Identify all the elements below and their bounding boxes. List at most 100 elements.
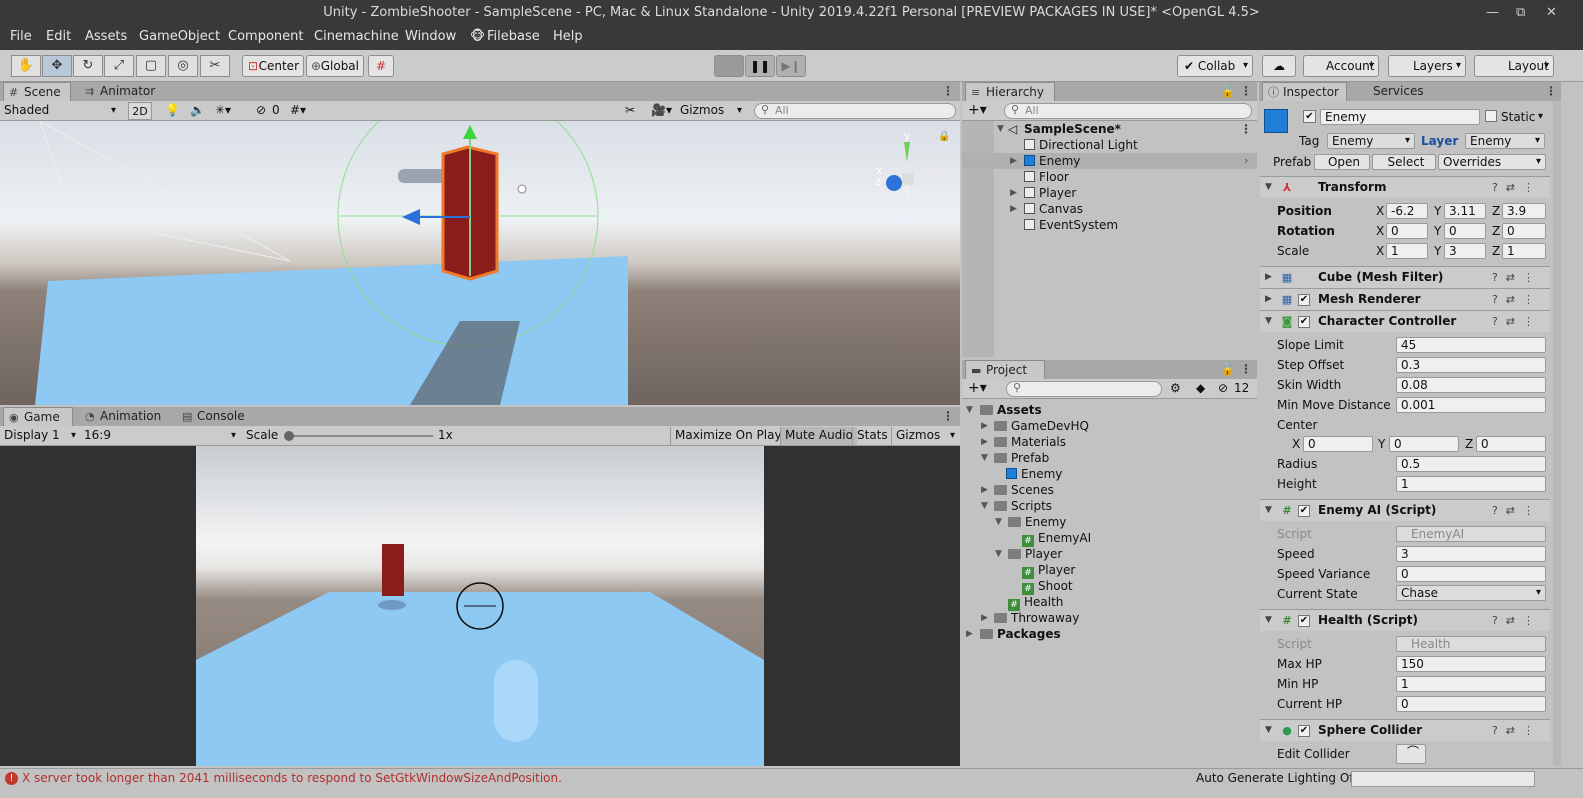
height-field[interactable]: 1 [1396, 476, 1546, 492]
prefab-select-button[interactable]: Select [1372, 154, 1436, 170]
current-hp-field[interactable]: 0 [1396, 696, 1546, 712]
min-move-field[interactable]: 0.001 [1396, 397, 1546, 413]
menu-file[interactable]: File [10, 29, 32, 44]
step-icon[interactable]: ▶❙ [776, 55, 806, 77]
menu-filebase[interactable]: Filebase [487, 29, 540, 44]
hierarchy-item[interactable]: Floor [962, 169, 1257, 185]
inspector-scrollbar[interactable] [1553, 101, 1561, 766]
mesh-renderer-component-header[interactable]: ▶ ▦ ✔ Mesh Renderer ?⇄⋮ [1260, 288, 1550, 310]
maximize-icon[interactable]: ⧉ [1516, 0, 1525, 25]
scale-y-field[interactable]: 3 [1444, 243, 1486, 259]
scene-root-row[interactable]: ▼ ◁ SampleScene* ⋮ [962, 121, 1257, 137]
tag-dropdown[interactable]: Enemy [1327, 133, 1415, 149]
scene-search-input[interactable]: All [754, 103, 956, 119]
mesh-filter-component-header[interactable]: ▶ ▦ Cube (Mesh Filter) ?⇄⋮ [1260, 266, 1550, 288]
pause-icon[interactable]: ❚❚ [745, 55, 775, 77]
folder-item[interactable]: ▼ Enemy [962, 514, 1257, 530]
scene-tools-icon[interactable]: ✂ [625, 102, 635, 120]
label-icon[interactable]: ◆ [1196, 380, 1205, 398]
folder-packages[interactable]: ▶ Packages [962, 626, 1257, 642]
y-label[interactable]: Y [1378, 435, 1385, 453]
menu-dots-icon[interactable]: ⋮ [1240, 362, 1252, 376]
edit-collider-icon[interactable]: ⌒ [1396, 744, 1426, 764]
tab-hierarchy[interactable]: ≡ Hierarchy [965, 82, 1055, 102]
y-label[interactable]: Y [1434, 242, 1441, 260]
menu-help[interactable]: Help [553, 29, 583, 44]
script-item[interactable]: # Player [962, 562, 1257, 579]
transform-component-header[interactable]: ▼ ⅄ Transform ?⇄⋮ [1260, 176, 1550, 198]
component-tools-icon[interactable]: ?⇄⋮ [1492, 311, 1542, 332]
component-enabled-checkbox[interactable]: ✔ [1298, 725, 1310, 737]
component-tools-icon[interactable]: ?⇄⋮ [1492, 610, 1542, 631]
tab-console[interactable]: ▤ Console [177, 407, 257, 427]
close-icon[interactable]: ✕ [1546, 0, 1557, 25]
pivot-global-button[interactable]: ⊕ Global [306, 55, 364, 77]
game-gizmos-dropdown[interactable]: Gizmos [891, 427, 959, 445]
menu-window[interactable]: Window [405, 29, 456, 44]
cloud-icon[interactable]: ☁ [1262, 55, 1296, 77]
menu-dots-icon[interactable]: ⋮ [942, 409, 954, 423]
minimize-icon[interactable]: — [1486, 0, 1499, 25]
component-tools-icon[interactable]: ?⇄⋮ [1492, 720, 1542, 741]
rotation-y-field[interactable]: 0 [1444, 223, 1486, 239]
hierarchy-item[interactable]: ▶ Player [962, 185, 1257, 201]
folder-item[interactable]: ▶ Scenes [962, 482, 1257, 498]
position-y-field[interactable]: 3.11 [1444, 203, 1486, 219]
component-enabled-checkbox[interactable]: ✔ [1298, 294, 1310, 306]
layout-dropdown[interactable]: Layout [1474, 55, 1554, 77]
scene-gizmo[interactable]: y x z [870, 129, 945, 209]
center-x-field[interactable]: 0 [1303, 436, 1373, 452]
scale-tool-icon[interactable]: ⤢ [104, 55, 134, 77]
script-item[interactable]: # Health [962, 594, 1257, 611]
center-y-field[interactable]: 0 [1389, 436, 1459, 452]
tab-inspector[interactable]: ⓘ Inspector [1262, 82, 1347, 102]
menu-dots-icon[interactable]: ⋮ [1240, 121, 1252, 137]
collab-dropdown[interactable]: ✔ Collab [1177, 55, 1253, 77]
static-checkbox[interactable] [1485, 110, 1497, 122]
folder-item[interactable]: ▶ Throwaway [962, 610, 1257, 626]
move-tool-icon[interactable]: ✥ [42, 55, 72, 77]
rotation-z-field[interactable]: 0 [1502, 223, 1546, 239]
object-name-field[interactable]: Enemy [1320, 109, 1480, 125]
tab-scene[interactable]: # Scene [3, 82, 71, 102]
hierarchy-item[interactable]: Directional Light [962, 137, 1257, 153]
radius-field[interactable]: 0.5 [1396, 456, 1546, 472]
scene-viewport[interactable]: y x z Persp 🔒 [0, 121, 960, 405]
enemy-ai-component-header[interactable]: ▼ # ✔ Enemy AI (Script) ?⇄⋮ [1260, 499, 1550, 521]
component-tools-icon[interactable]: ?⇄⋮ [1492, 267, 1542, 288]
prefab-overrides-dropdown[interactable]: Overrides [1438, 154, 1546, 170]
step-offset-field[interactable]: 0.3 [1396, 357, 1546, 373]
menu-dots-icon[interactable]: ⋮ [942, 84, 954, 98]
menu-edit[interactable]: Edit [46, 29, 71, 44]
static-dropdown[interactable]: Static [1501, 108, 1547, 126]
hierarchy-item-selected[interactable]: ▶ Enemy › [962, 153, 1257, 169]
x-label[interactable]: X [1376, 202, 1384, 220]
component-tools-icon[interactable]: ?⇄⋮ [1492, 177, 1542, 198]
folder-item[interactable]: ▶ Materials [962, 434, 1257, 450]
rect-tool-icon[interactable]: ▢ [136, 55, 166, 77]
folder-assets[interactable]: ▼ Assets [962, 402, 1257, 418]
character-controller-component-header[interactable]: ▼ ◙ ✔ Character Controller ?⇄⋮ [1260, 310, 1550, 332]
filter-type-icon[interactable]: ⚙ [1170, 380, 1181, 398]
folder-item[interactable]: ▶ GameDevHQ [962, 418, 1257, 434]
layers-dropdown[interactable]: Layers [1388, 55, 1466, 77]
grid-toggle-icon[interactable]: #▾ [290, 102, 306, 120]
y-label[interactable]: Y [1434, 202, 1441, 220]
tab-services[interactable]: Services [1349, 82, 1429, 102]
rotate-tool-icon[interactable]: ↻ [73, 55, 103, 77]
persp-label[interactable]: Persp [886, 213, 916, 226]
menu-assets[interactable]: Assets [85, 29, 127, 44]
component-enabled-checkbox[interactable]: ✔ [1298, 615, 1310, 627]
scale-x-field[interactable]: 1 [1386, 243, 1428, 259]
lock-icon[interactable]: 🔒 [938, 131, 950, 142]
maximize-on-play-button[interactable]: Maximize On Play [670, 427, 786, 445]
tab-project[interactable]: ▬ Project [965, 360, 1045, 380]
toggle-2d-button[interactable]: 2D [128, 102, 152, 120]
center-z-field[interactable]: 0 [1476, 436, 1546, 452]
speed-variance-field[interactable]: 0 [1396, 566, 1546, 582]
layer-dropdown[interactable]: Enemy [1465, 133, 1545, 149]
skin-width-field[interactable]: 0.08 [1396, 377, 1546, 393]
script-item[interactable]: # Shoot [962, 578, 1257, 595]
z-label[interactable]: Z [1492, 242, 1500, 260]
max-hp-field[interactable]: 150 [1396, 656, 1546, 672]
